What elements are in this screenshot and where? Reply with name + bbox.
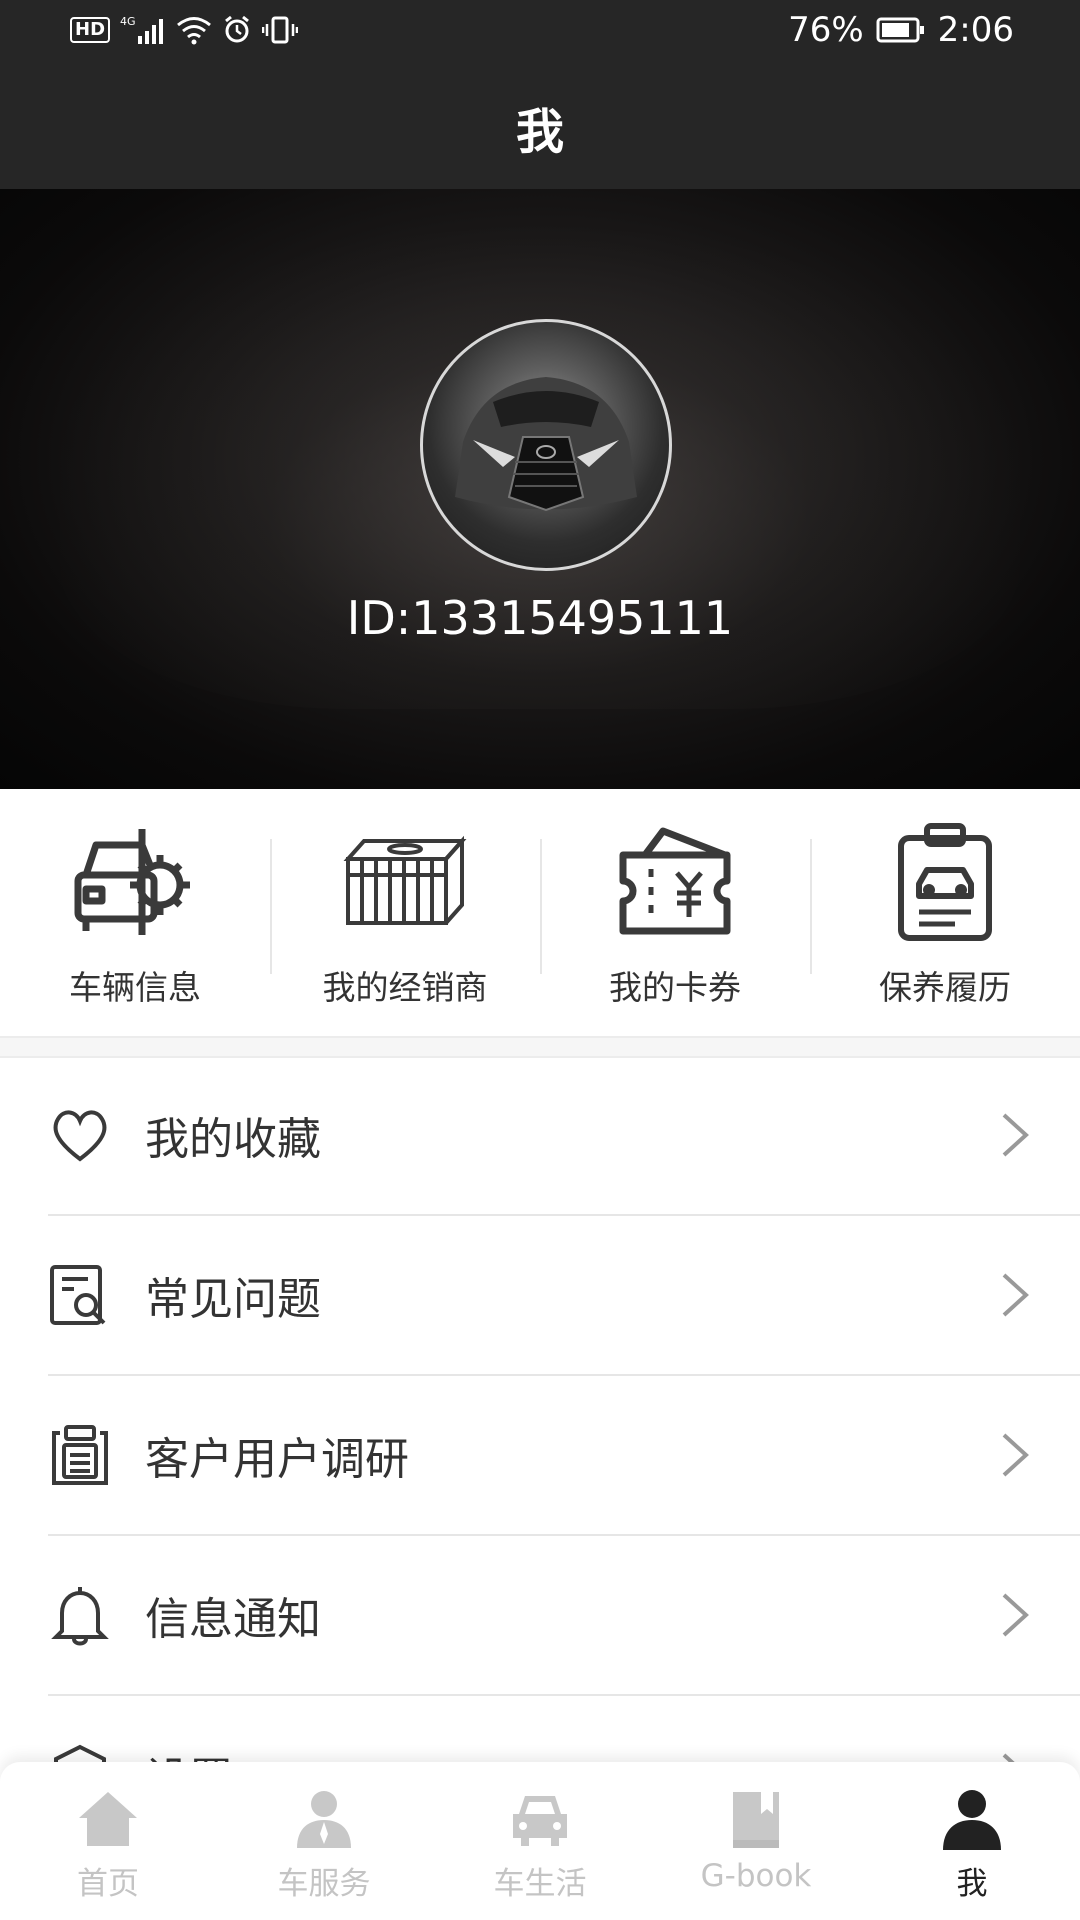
tab-label: 车生活 [493, 1866, 587, 1902]
menu-item-label: 信息通知 [145, 1594, 321, 1645]
tab-label: 首页 [77, 1866, 139, 1902]
menu-item-notifications[interactable]: 信息通知 [48, 1536, 1080, 1696]
tab-me[interactable]: 我 [864, 1762, 1080, 1920]
alarm-icon [225, 15, 249, 43]
dealership-building-icon [340, 823, 470, 943]
heart-icon [53, 1110, 107, 1162]
tab-home[interactable]: 首页 [0, 1762, 216, 1920]
service-person-icon [297, 1791, 351, 1848]
menu-item-customer-survey[interactable]: 客户用户调研 [48, 1376, 1080, 1536]
menu-item-label: 我的收藏 [145, 1114, 321, 1165]
hd-badge: HD [70, 17, 111, 43]
avatar[interactable] [420, 319, 672, 571]
shortcut-label: 我的经销商 [322, 968, 488, 1007]
section-divider [0, 1036, 1080, 1058]
vibrate-icon [262, 16, 299, 44]
car-icon [513, 1796, 567, 1846]
avatar-car-image [455, 377, 637, 512]
shortcut-row: 车辆信息 我的经销商 我的卡券 保养履历 [0, 789, 1080, 1039]
home-icon [79, 1792, 137, 1846]
bell-icon [51, 1587, 109, 1646]
maintenance-clipboard-icon [880, 823, 1010, 943]
profile-header: ID:13315495111 [0, 189, 1080, 789]
clipboard-list-icon [52, 1425, 108, 1485]
shortcut-vehicle-info[interactable]: 车辆信息 [0, 789, 270, 1039]
clock: 2:06 [937, 10, 1014, 50]
shortcut-maintenance-history[interactable]: 保养履历 [810, 789, 1080, 1039]
coupon-wallet-icon [610, 823, 740, 943]
status-icons-left: HD 4G [70, 12, 299, 48]
shortcut-label: 车辆信息 [69, 968, 201, 1007]
menu-item-label: 客户用户调研 [145, 1434, 409, 1485]
tab-label: G-book [700, 1858, 812, 1894]
car-gear-icon [70, 823, 200, 943]
title-bar: 我 [0, 64, 1080, 189]
shortcut-label: 我的卡券 [609, 968, 741, 1007]
status-bar: HD 4G 76% 2:06 [0, 0, 1080, 64]
shortcut-my-coupons[interactable]: 我的卡券 [540, 789, 810, 1039]
chevron-right-icon [1002, 1593, 1029, 1637]
page-title: 我 [515, 103, 564, 160]
menu-list: 我的收藏 常见问题 客户用户调研 信息通知 [0, 1056, 1080, 1856]
chevron-right-icon [1002, 1433, 1029, 1477]
menu-item-favorites[interactable]: 我的收藏 [48, 1056, 1080, 1216]
battery-percent: 76% [788, 10, 864, 50]
shortcut-label: 保养履历 [879, 968, 1011, 1007]
status-icons-right: 76% 2:06 [788, 10, 1014, 50]
cellular-signal-icon: 4G [120, 15, 164, 44]
book-icon [733, 1792, 779, 1848]
tab-label: 我 [956, 1866, 988, 1902]
menu-item-label: 常见问题 [145, 1274, 321, 1325]
tab-car-life[interactable]: 车生活 [432, 1762, 648, 1920]
bottom-tab-bar: 首页 车服务 车生活 G-book 我 [0, 1762, 1080, 1920]
wifi-icon [177, 17, 211, 45]
chevron-right-icon [1002, 1113, 1029, 1157]
user-icon [943, 1790, 1001, 1850]
tab-car-service[interactable]: 车服务 [216, 1762, 432, 1920]
user-id: ID:13315495111 [346, 591, 734, 645]
chevron-right-icon [1002, 1273, 1029, 1317]
menu-item-faq[interactable]: 常见问题 [48, 1216, 1080, 1376]
shortcut-my-dealer[interactable]: 我的经销商 [270, 789, 540, 1039]
tab-label: 车服务 [277, 1866, 371, 1902]
document-search-icon [50, 1265, 106, 1325]
battery-icon [876, 17, 924, 43]
tab-gbook[interactable]: G-book [648, 1762, 864, 1920]
network-type-label: 4G [120, 15, 136, 28]
